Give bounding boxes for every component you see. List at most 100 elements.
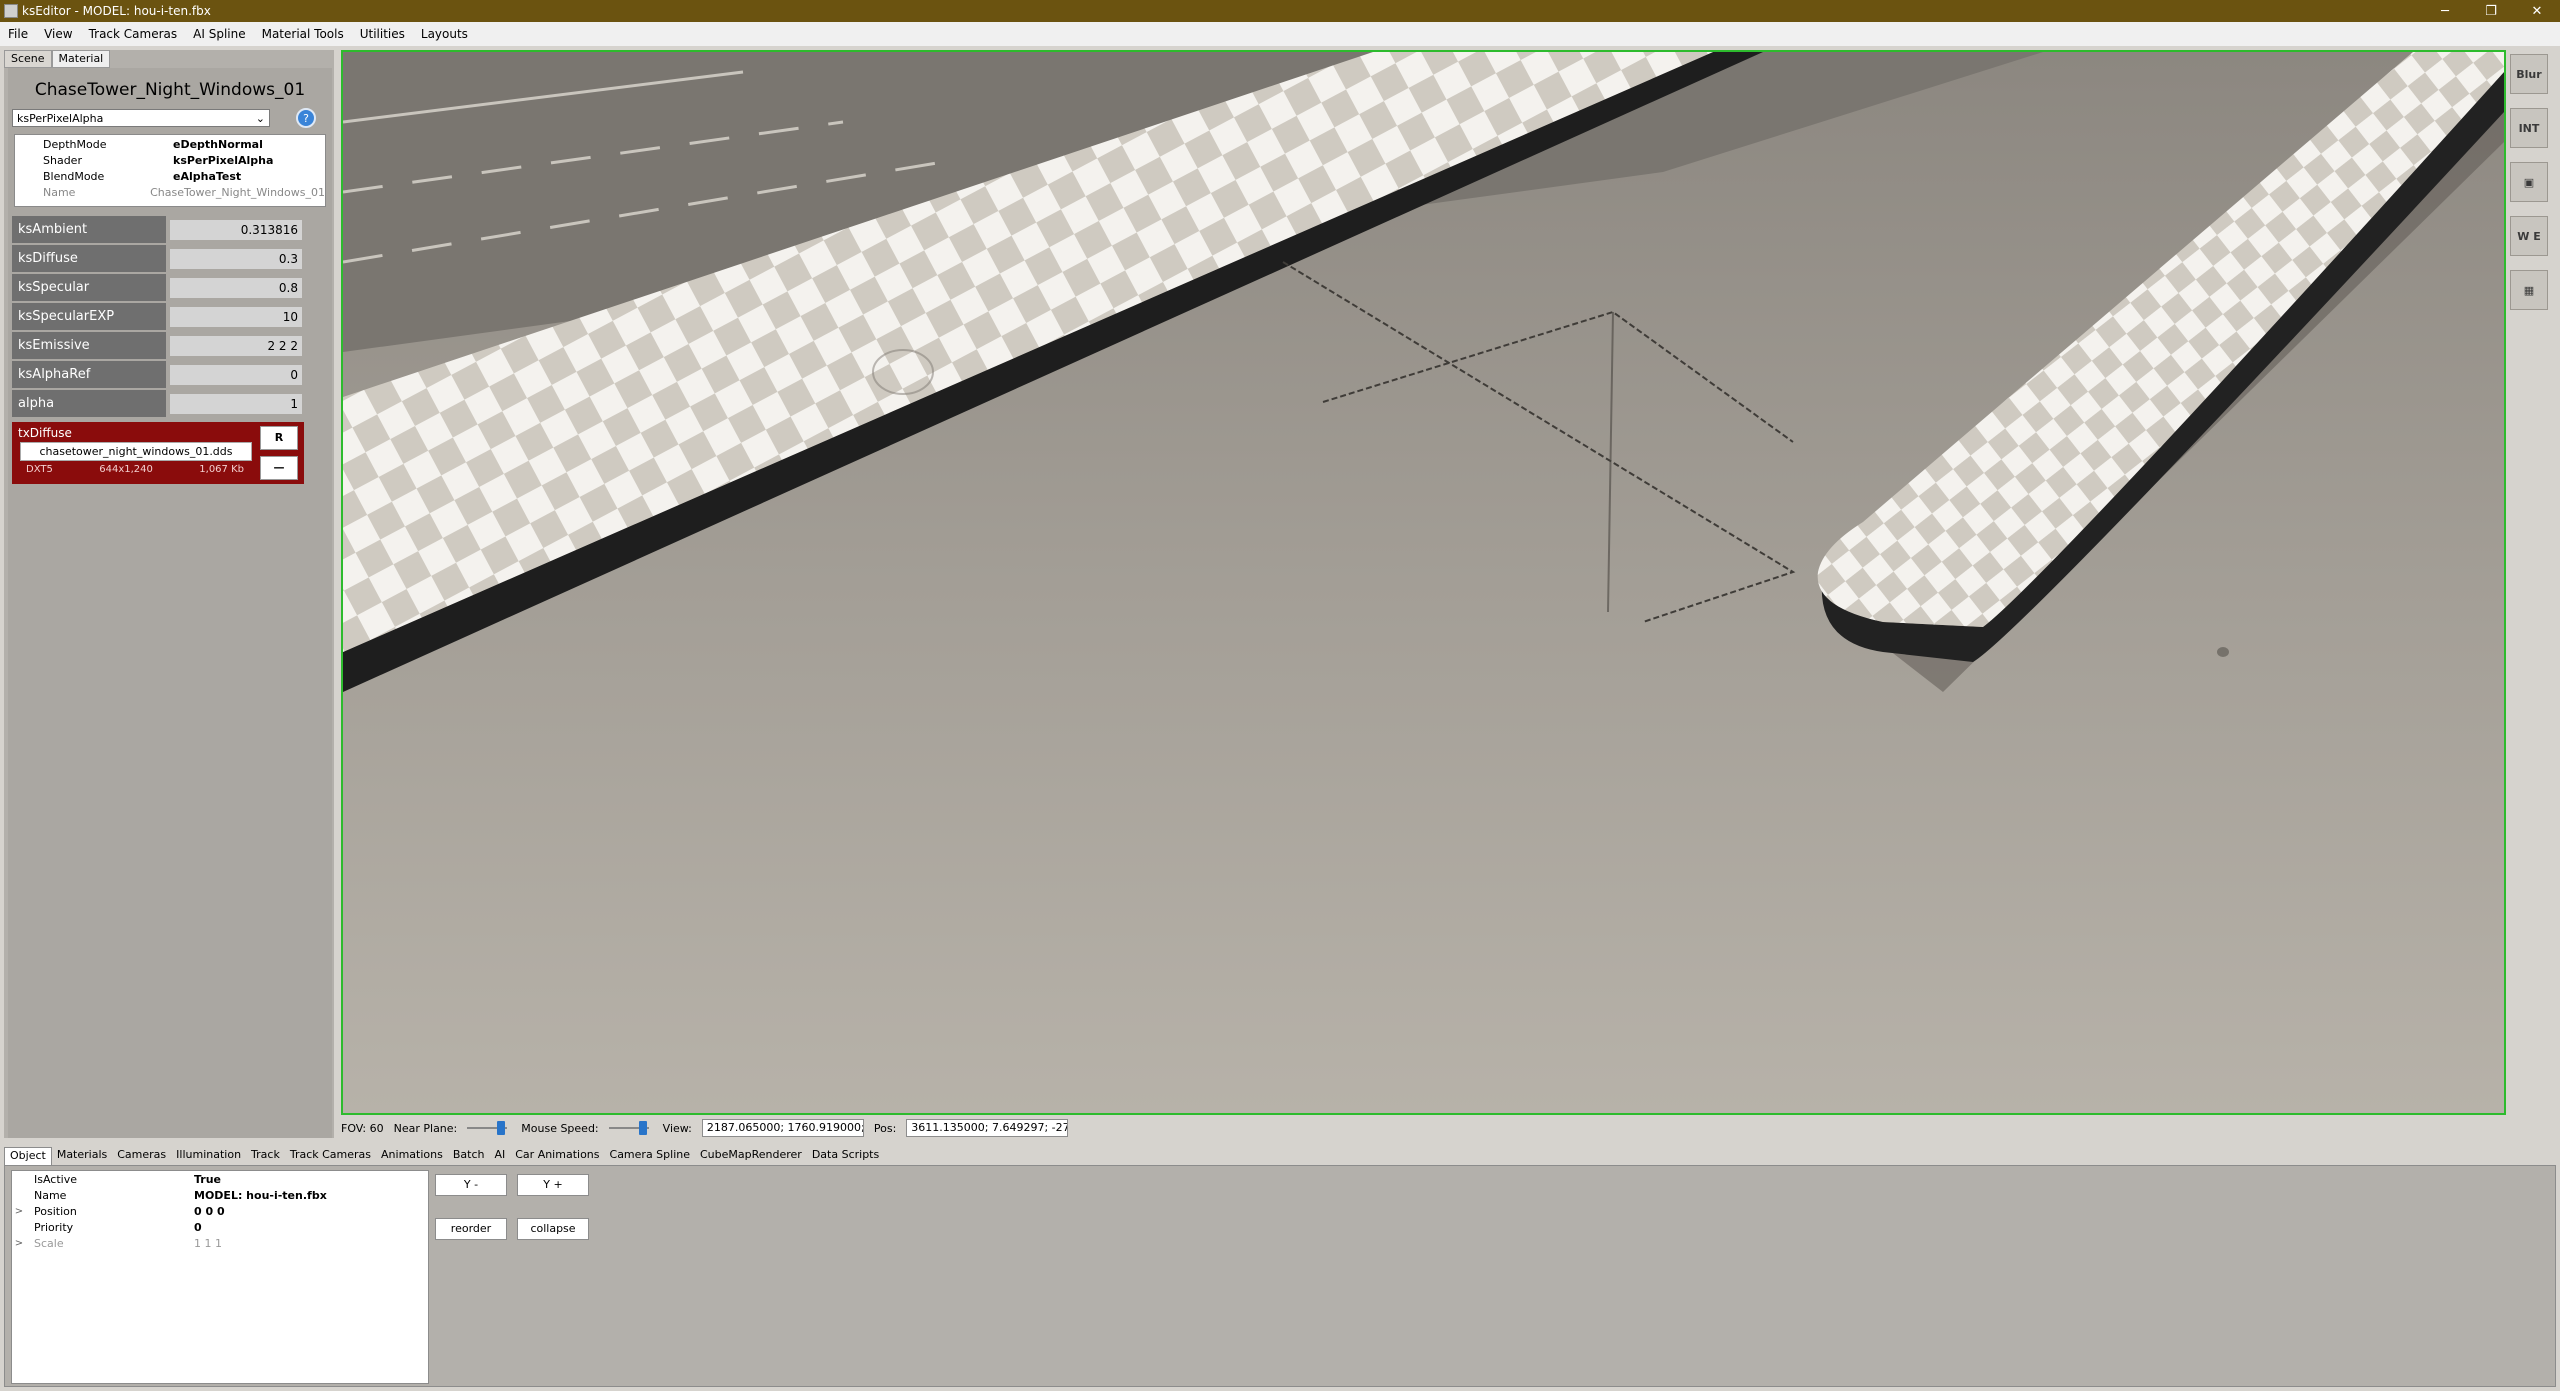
- param-value-input[interactable]: 0.3: [170, 248, 302, 269]
- chevron-down-icon: ⌄: [255, 111, 265, 125]
- menu-ai-spline[interactable]: AI Spline: [185, 27, 253, 41]
- fov-label: FOV: 60: [341, 1121, 384, 1135]
- menu-layouts[interactable]: Layouts: [413, 27, 476, 41]
- tab-ai[interactable]: AI: [489, 1147, 510, 1165]
- param-label: ksEmissive: [12, 332, 166, 359]
- window-title: ksEditor - MODEL: hou-i-ten.fbx: [22, 4, 211, 18]
- material-name-title: ChaseTower_Night_Windows_01: [34, 80, 306, 100]
- minimize-button[interactable]: ─: [2422, 0, 2468, 22]
- tab-cubemaprenderer[interactable]: CubeMapRenderer: [695, 1147, 807, 1165]
- param-value-input[interactable]: 0.313816: [170, 219, 302, 240]
- prop-row-depthmode[interactable]: DepthMode eDepthNormal: [15, 136, 325, 152]
- param-row: ksAmbient 0.313816: [12, 215, 328, 244]
- tab-track[interactable]: Track: [246, 1147, 285, 1165]
- obj-value: 0: [194, 1220, 202, 1234]
- param-value-input[interactable]: 0.8: [170, 277, 302, 298]
- obj-value: MODEL: hou-i-ten.fbx: [194, 1188, 327, 1202]
- prop-row-shader[interactable]: Shader ksPerPixelAlpha: [15, 152, 325, 168]
- expand-toggle[interactable]: >: [12, 1206, 26, 1217]
- texture-file-field[interactable]: chasetower_night_windows_01.dds: [20, 442, 252, 461]
- slider-thumb[interactable]: [638, 1121, 647, 1135]
- param-row: ksDiffuse 0.3: [12, 244, 328, 273]
- shader-select[interactable]: ksPerPixelAlpha ⌄: [12, 109, 270, 127]
- shader-params: ksAmbient 0.313816 ksDiffuse 0.3 ksSpecu…: [12, 215, 328, 418]
- obj-row-position[interactable]: > Position 0 0 0: [12, 1203, 428, 1219]
- close-button[interactable]: ✕: [2514, 0, 2560, 22]
- prop-value: ksPerPixelAlpha: [173, 153, 274, 167]
- prop-key: Name: [43, 185, 76, 199]
- param-label: alpha: [12, 390, 166, 417]
- obj-row-priority[interactable]: Priority 0: [12, 1219, 428, 1235]
- tab-material[interactable]: Material: [51, 50, 111, 68]
- mouse-speed-slider[interactable]: [608, 1121, 649, 1135]
- obj-value: 1 1 1: [194, 1236, 222, 1250]
- shader-select-value: ksPerPixelAlpha: [17, 111, 104, 125]
- texture-slot-label: txDiffuse: [18, 426, 72, 440]
- tab-object[interactable]: Object: [4, 1147, 52, 1165]
- menu-view[interactable]: View: [36, 27, 80, 41]
- menu-utilities[interactable]: Utilities: [352, 27, 413, 41]
- y-plus-button[interactable]: Y +: [517, 1174, 589, 1196]
- expand-toggle[interactable]: >: [12, 1238, 26, 1249]
- viewport-render: [343, 52, 2504, 1113]
- menu-material-tools[interactable]: Material Tools: [254, 27, 352, 41]
- menu-file[interactable]: File: [0, 27, 36, 41]
- param-label: ksAlphaRef: [12, 361, 166, 388]
- tab-camera-spline[interactable]: Camera Spline: [605, 1147, 695, 1165]
- tab-track-cameras[interactable]: Track Cameras: [285, 1147, 376, 1165]
- prop-row-name[interactable]: Name ChaseTower_Night_Windows_01: [15, 184, 325, 200]
- tab-illumination[interactable]: Illumination: [171, 1147, 246, 1165]
- mouse-speed-label: Mouse Speed:: [521, 1121, 599, 1135]
- param-row: ksEmissive 2 2 2: [12, 331, 328, 360]
- blur-toggle-icon[interactable]: Blur: [2510, 54, 2548, 94]
- texture-dims: 644x1,240: [99, 464, 153, 475]
- tab-batch[interactable]: Batch: [448, 1147, 490, 1165]
- collapse-button[interactable]: collapse: [517, 1218, 589, 1240]
- param-value-input[interactable]: 1: [170, 393, 302, 414]
- int-toggle-icon[interactable]: INT: [2510, 108, 2548, 148]
- camera-panel-icon[interactable]: ▣: [2510, 162, 2548, 202]
- app-icon: [4, 4, 18, 18]
- obj-key: Priority: [34, 1220, 74, 1234]
- y-minus-button[interactable]: Y -: [435, 1174, 507, 1196]
- obj-row-name[interactable]: Name MODEL: hou-i-ten.fbx: [12, 1187, 428, 1203]
- obj-row-scale[interactable]: > Scale 1 1 1: [12, 1235, 428, 1251]
- prop-value: ChaseTower_Night_Windows_01: [150, 185, 325, 199]
- menu-bar: File View Track Cameras AI Spline Materi…: [0, 22, 2560, 46]
- obj-row-isactive[interactable]: IsActive True: [12, 1171, 428, 1187]
- menu-track-cameras[interactable]: Track Cameras: [81, 27, 186, 41]
- near-plane-slider[interactable]: [467, 1121, 508, 1135]
- prop-row-blendmode[interactable]: BlendMode eAlphaTest: [15, 168, 325, 184]
- param-label: ksSpecular: [12, 274, 166, 301]
- tab-scene[interactable]: Scene: [4, 50, 52, 68]
- obj-key: Scale: [34, 1236, 64, 1250]
- tab-data-scripts[interactable]: Data Scripts: [807, 1147, 884, 1165]
- param-row: ksSpecular 0.8: [12, 273, 328, 302]
- param-value-input[interactable]: 2 2 2: [170, 335, 302, 356]
- 3d-viewport[interactable]: [341, 50, 2506, 1115]
- material-panel: Scene Material ChaseTower_Night_Windows_…: [4, 50, 334, 1138]
- tab-cameras[interactable]: Cameras: [112, 1147, 171, 1165]
- view-vector-field[interactable]: 2187.065000; 1760.919000; -228: [701, 1119, 864, 1137]
- param-label: ksAmbient: [12, 216, 166, 243]
- material-property-grid: DepthMode eDepthNormal Shader ksPerPixel…: [14, 134, 326, 207]
- tab-animations[interactable]: Animations: [376, 1147, 448, 1165]
- tab-car-animations[interactable]: Car Animations: [510, 1147, 604, 1165]
- view-label: View:: [662, 1121, 692, 1135]
- weather-we-icon[interactable]: W E: [2510, 216, 2548, 256]
- tab-materials[interactable]: Materials: [52, 1147, 112, 1165]
- slider-thumb[interactable]: [497, 1121, 506, 1135]
- grid-icon[interactable]: ▦: [2510, 270, 2548, 310]
- prop-key: Shader: [43, 153, 82, 167]
- maximize-button[interactable]: ❐: [2468, 0, 2514, 22]
- help-icon[interactable]: ?: [296, 108, 316, 128]
- position-field[interactable]: 3611.135000; 7.649297; -276.322: [906, 1119, 1069, 1137]
- texture-clear-button[interactable]: —: [260, 456, 298, 480]
- reorder-button[interactable]: reorder: [435, 1218, 507, 1240]
- param-row: ksSpecularEXP 10: [12, 302, 328, 331]
- viewport-toolbar: Blur INT ▣ W E ▦: [2508, 54, 2552, 324]
- param-label: ksSpecularEXP: [12, 303, 166, 330]
- texture-reload-button[interactable]: R: [260, 426, 298, 450]
- param-value-input[interactable]: 0: [170, 364, 302, 385]
- param-value-input[interactable]: 10: [170, 306, 302, 327]
